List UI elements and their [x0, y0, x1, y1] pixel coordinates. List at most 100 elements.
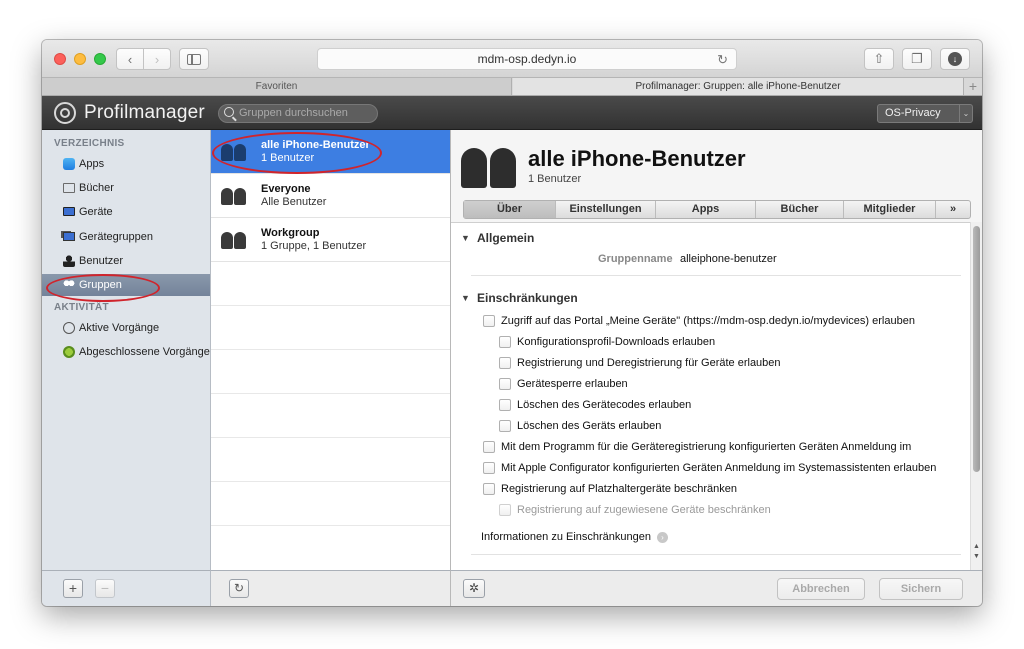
- chevron-right-icon: ›: [154, 51, 160, 67]
- app-header: Profilmanager Gruppen durchsuchen OS-Pri…: [42, 96, 982, 130]
- tab-favorites[interactable]: Favoriten: [42, 78, 512, 95]
- disclosure-triangle-icon[interactable]: ▼: [461, 233, 470, 243]
- scroll-arrows-icon[interactable]: ▲ ▼: [971, 542, 982, 562]
- sidebar: VERZEICHNIS Apps Bücher Geräte Gerätegru…: [42, 130, 211, 570]
- checkbox-profile-downloads[interactable]: Konfigurationsprofil-Downloads erlauben: [499, 334, 715, 350]
- sidebar-item-completed-tasks[interactable]: Abgeschlossene Vorgänge: [42, 341, 210, 363]
- user-icon: [63, 255, 75, 267]
- back-button[interactable]: ‹: [116, 48, 144, 70]
- vertical-scrollbar[interactable]: ▲ ▼: [970, 222, 982, 570]
- url-text: mdm-osp.dedyn.io: [477, 52, 577, 66]
- share-icon: ⇧: [873, 51, 885, 66]
- checkbox[interactable]: [499, 420, 511, 432]
- zoom-window-button[interactable]: [94, 53, 106, 65]
- cancel-button[interactable]: Abbrechen: [777, 578, 865, 600]
- empty-row: [211, 482, 450, 526]
- scrollbar-thumb[interactable]: [973, 226, 980, 472]
- tab-books[interactable]: Bücher: [756, 201, 844, 218]
- organization-select[interactable]: OS-Privacy ⌄: [877, 104, 973, 123]
- checkbox[interactable]: [483, 462, 495, 474]
- group-avatar-icon: [221, 142, 247, 162]
- sidebar-item-groups[interactable]: Gruppen: [42, 274, 210, 296]
- address-bar[interactable]: mdm-osp.dedyn.io ↻: [317, 48, 737, 70]
- group-name: alle iPhone-Benutzer: [261, 139, 370, 151]
- sidebar-item-devices[interactable]: Geräte: [42, 201, 210, 223]
- checkbox[interactable]: [499, 357, 511, 369]
- forward-button[interactable]: ›: [143, 48, 171, 70]
- list-item-group[interactable]: Workgroup 1 Gruppe, 1 Benutzer: [211, 218, 450, 262]
- empty-row: [211, 350, 450, 394]
- search-input[interactable]: Gruppen durchsuchen: [218, 104, 378, 123]
- gear-button[interactable]: ✲: [463, 579, 485, 598]
- tab-members[interactable]: Mitglieder: [844, 201, 936, 218]
- page-title: alle iPhone-Benutzer: [528, 146, 746, 171]
- checkbox[interactable]: [483, 441, 495, 453]
- checkbox-assigned-devices: Registrierung auf zugewiesene Geräte bes…: [499, 502, 771, 518]
- tabs-icon: ❐: [911, 51, 923, 66]
- list-item-group[interactable]: Everyone Alle Benutzer: [211, 174, 450, 218]
- refresh-button[interactable]: ↻: [229, 579, 249, 598]
- downloads-button[interactable]: ↓: [940, 48, 970, 70]
- sidebar-footer: + −: [42, 570, 211, 606]
- checkbox[interactable]: [483, 315, 495, 327]
- show-tabs-button[interactable]: ❐: [902, 48, 932, 70]
- checkbox-enrollment[interactable]: Registrierung und Deregistrierung für Ge…: [499, 355, 781, 371]
- tab-settings[interactable]: Einstellungen: [556, 201, 656, 218]
- checkbox-dep-login[interactable]: Mit dem Programm für die Geräteregistrie…: [483, 439, 911, 455]
- chevron-down-icon: ⌄: [959, 105, 972, 122]
- close-window-button[interactable]: [54, 53, 66, 65]
- checkbox-portal-access[interactable]: Zugriff auf das Portal „Meine Geräte" (h…: [483, 313, 915, 329]
- sidebar-item-apps[interactable]: Apps: [42, 153, 210, 175]
- list-item-group[interactable]: alle iPhone-Benutzer 1 Benutzer: [211, 130, 450, 174]
- disclosure-triangle-icon[interactable]: ▼: [461, 293, 470, 303]
- checkbox-configurator-login[interactable]: Mit Apple Configurator konfigurierten Ge…: [483, 460, 936, 476]
- empty-row: [211, 306, 450, 350]
- browser-window: ‹ › mdm-osp.dedyn.io ↻ ⇧ ❐ ↓ Favoriten P…: [42, 40, 982, 606]
- sidebar-item-books[interactable]: Bücher: [42, 177, 210, 199]
- group-members: 1 Gruppe, 1 Benutzer: [261, 240, 367, 252]
- sidebar-item-active-tasks[interactable]: Aktive Vorgänge: [42, 317, 210, 339]
- checkbox[interactable]: [483, 483, 495, 495]
- checkbox-device-lock[interactable]: Gerätesperre erlauben: [499, 376, 628, 392]
- checkbox[interactable]: [499, 378, 511, 390]
- section-activity-heading: AKTIVITÄT: [54, 302, 109, 313]
- chevron-left-icon: ‹: [127, 51, 133, 67]
- download-icon: ↓: [948, 52, 962, 66]
- sidebar-toggle-button[interactable]: [179, 48, 209, 70]
- arrow-right-circle-icon[interactable]: ›: [657, 531, 668, 543]
- share-button[interactable]: ⇧: [864, 48, 894, 70]
- group-avatar-icon: [459, 145, 519, 189]
- section-directory-heading: VERZEICHNIS: [54, 138, 125, 149]
- section-restrictions-title: Einschränkungen: [477, 291, 578, 305]
- checkbox[interactable]: [499, 399, 511, 411]
- remove-button[interactable]: −: [95, 579, 115, 598]
- group-list: alle iPhone-Benutzer 1 Benutzer Everyone…: [211, 130, 451, 570]
- restrictions-info-link[interactable]: Informationen zu Einschränkungen ›: [481, 531, 668, 543]
- browser-toolbar: ‹ › mdm-osp.dedyn.io ↻ ⇧ ❐ ↓: [42, 40, 982, 78]
- reload-icon[interactable]: ↻: [717, 52, 728, 68]
- group-icon: [63, 279, 75, 291]
- group-name: Everyone: [261, 183, 311, 195]
- checkbox[interactable]: [499, 336, 511, 348]
- new-tab-button[interactable]: +: [963, 78, 982, 95]
- add-button[interactable]: +: [63, 579, 83, 598]
- gear-icon: ✲: [468, 581, 480, 595]
- checkbox-placeholder-devices[interactable]: Registrierung auf Platzhaltergeräte besc…: [483, 481, 737, 497]
- empty-row: [211, 262, 450, 306]
- group-name: Workgroup: [261, 227, 320, 239]
- tab-apps[interactable]: Apps: [656, 201, 756, 218]
- book-icon: [63, 183, 75, 193]
- sidebar-item-users[interactable]: Benutzer: [42, 250, 210, 272]
- divider: [471, 275, 961, 276]
- checkbox-wipe-device[interactable]: Löschen des Geräts erlauben: [499, 418, 661, 434]
- save-button[interactable]: Sichern: [879, 578, 963, 600]
- tab-about[interactable]: Über: [464, 201, 556, 218]
- sidebar-item-device-groups[interactable]: Gerätegruppen: [42, 226, 210, 248]
- tab-more[interactable]: »: [936, 201, 970, 218]
- group-avatar-icon: [221, 230, 247, 250]
- checkbox-clear-passcode[interactable]: Löschen des Gerätecodes erlauben: [499, 397, 691, 413]
- app-title: Profilmanager: [84, 102, 205, 123]
- group-members: 1 Benutzer: [261, 152, 315, 164]
- tab-profile-manager[interactable]: Profilmanager: Gruppen: alle iPhone-Benu…: [513, 78, 963, 95]
- minimize-window-button[interactable]: [74, 53, 86, 65]
